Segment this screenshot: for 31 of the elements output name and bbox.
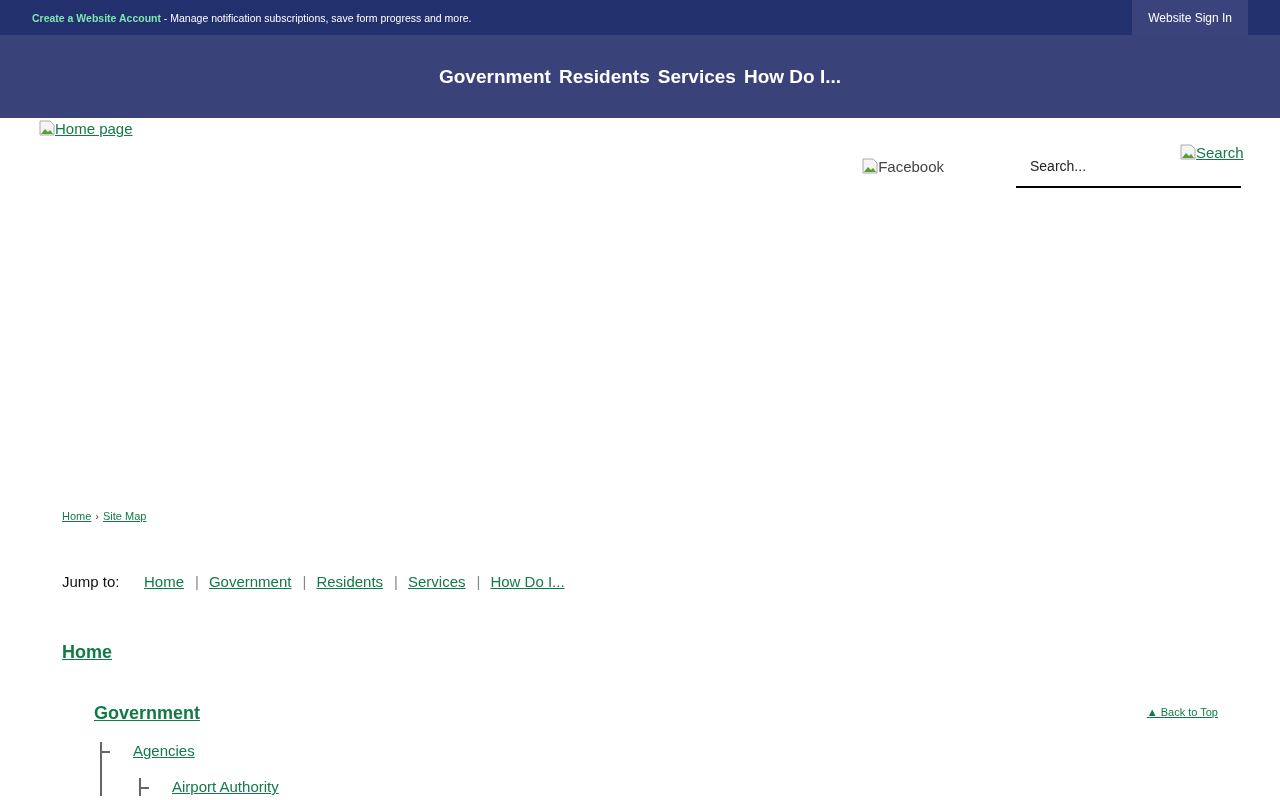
search-button[interactable]: Search <box>1180 144 1244 162</box>
sign-in-button[interactable]: Website Sign In <box>1132 0 1248 35</box>
link-separator: | <box>394 573 398 590</box>
nav-link[interactable]: Residents <box>558 65 650 88</box>
breadcrumb-separator: › <box>95 510 99 522</box>
logo-link[interactable]: Home page <box>39 120 133 138</box>
broken-image-icon <box>1180 144 1196 160</box>
create-account-link[interactable]: Create a Website Account <box>32 11 161 24</box>
nav-link[interactable]: How Do I... <box>743 65 841 88</box>
jump-link[interactable]: Government <box>208 573 292 590</box>
jump-link[interactable]: Residents <box>316 573 384 590</box>
nav-link[interactable]: Government <box>439 65 551 88</box>
page-tree-link[interactable]: Home <box>62 642 112 662</box>
link-separator: | <box>195 573 199 590</box>
broken-image-icon <box>39 120 55 136</box>
social-link[interactable]: Facebook <box>862 158 944 176</box>
jump-link[interactable]: Services <box>408 573 466 590</box>
jump-link[interactable]: Home <box>144 573 184 590</box>
breadcrumb-link[interactable]: Home <box>62 510 92 522</box>
jump-to-label: Jump to: <box>62 573 121 590</box>
link-separator: | <box>302 573 307 590</box>
broken-image-icon <box>862 158 879 174</box>
breadcrumb-link[interactable]: Site Map <box>103 510 147 522</box>
page-tree-link[interactable]: Agencies <box>133 742 195 759</box>
page-tree-link[interactable]: Government <box>94 703 201 723</box>
page-tree-link[interactable]: Airport Authority <box>172 778 279 795</box>
back-to-top-link[interactable]: ▲ Back to Top <box>1146 706 1218 718</box>
nav-link[interactable]: Services <box>657 65 736 88</box>
jump-link[interactable]: How Do I... <box>490 573 565 590</box>
link-separator: | <box>476 573 481 590</box>
account-notice: Create a Website Account - Manage notification subscriptions, save form progress and more. <box>32 11 472 24</box>
